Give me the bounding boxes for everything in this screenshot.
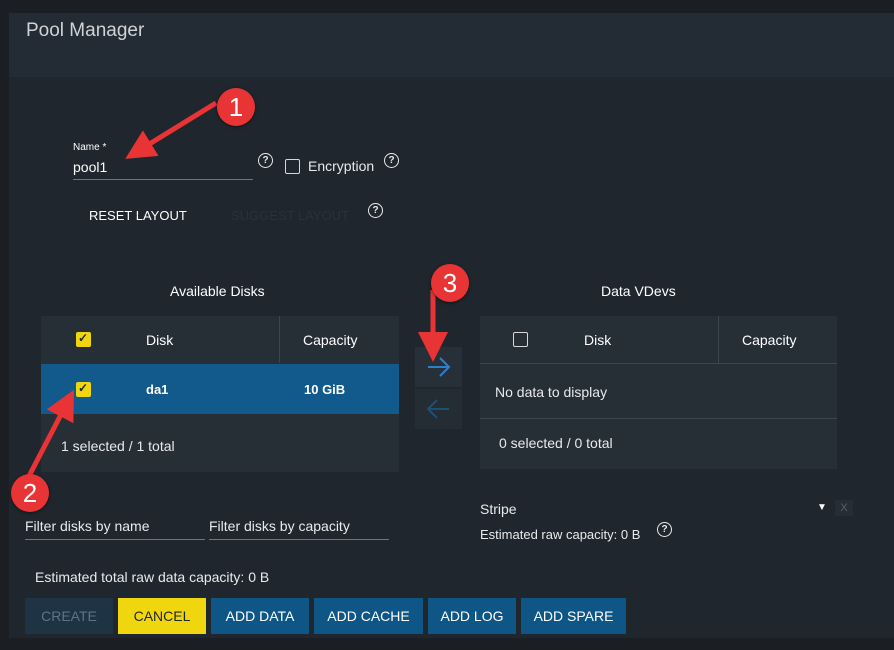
annotation-badge-1: 1 (217, 88, 255, 126)
annotation-badge-3: 3 (431, 264, 469, 302)
annotation-arrows (25, 100, 448, 480)
annotation-arrow-2 (25, 389, 74, 480)
annotation-badge-2: 2 (11, 474, 49, 512)
annotation-arrow-1 (125, 100, 218, 159)
